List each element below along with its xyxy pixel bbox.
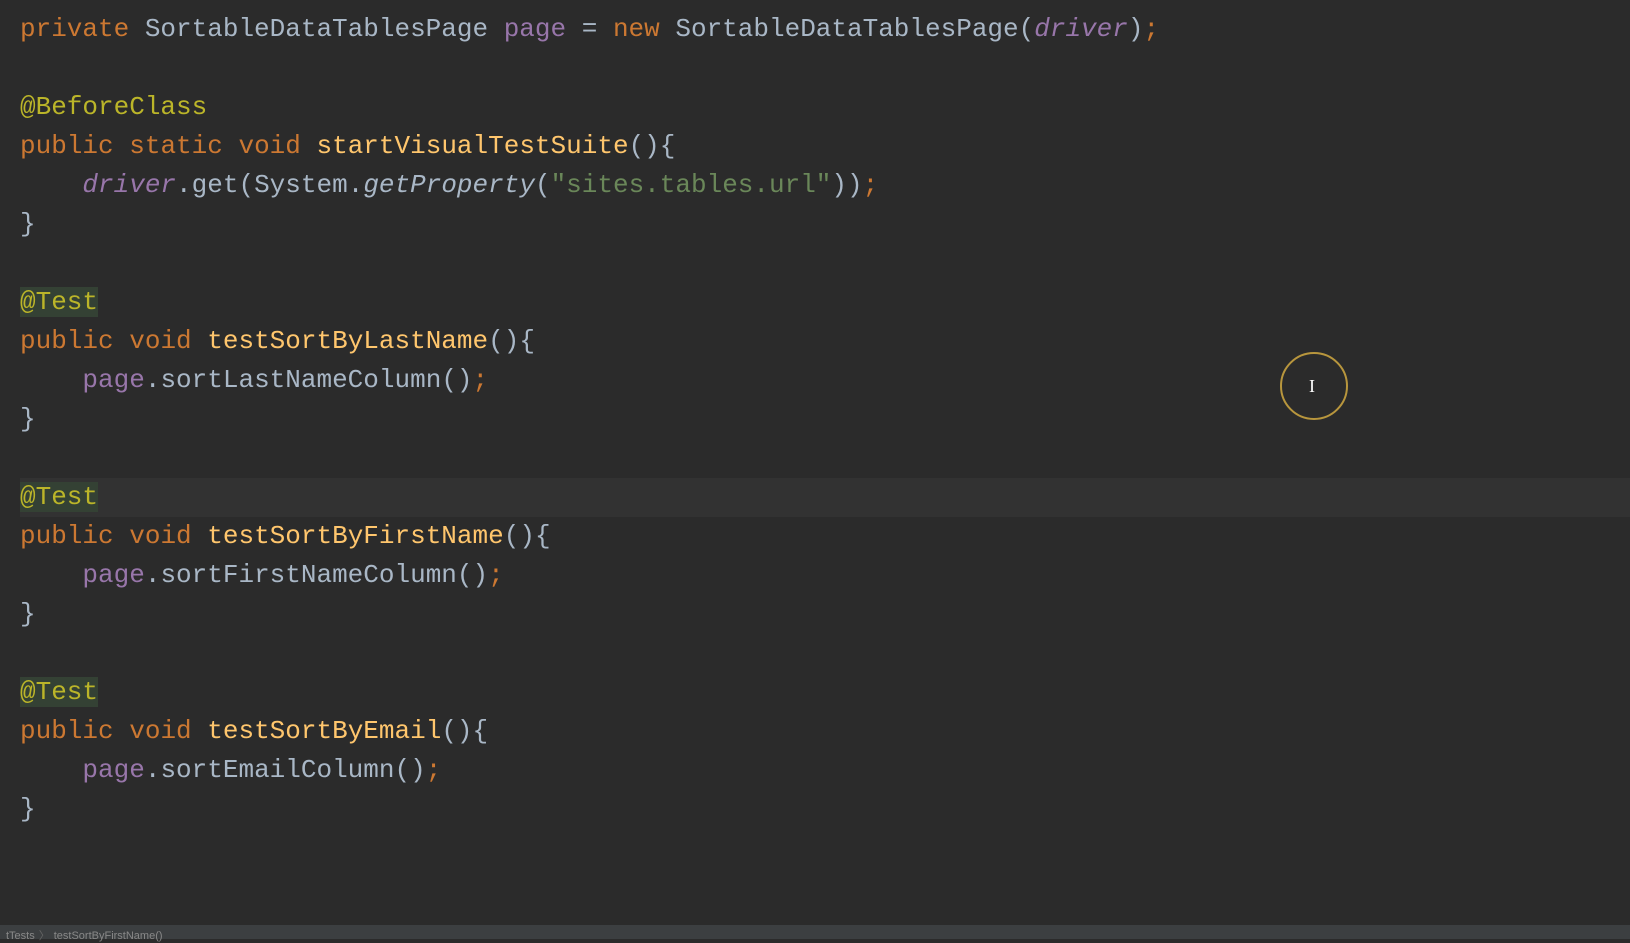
code-line[interactable]: } <box>20 400 1630 439</box>
class-system: System <box>254 170 348 200</box>
code-line[interactable]: public void testSortByLastName(){ <box>20 322 1630 361</box>
breadcrumb-item[interactable]: tTests <box>6 930 35 942</box>
rbrace: } <box>20 794 36 824</box>
code-line-blank[interactable] <box>20 439 1630 478</box>
keyword-private: private <box>20 14 129 44</box>
field-driver: driver <box>82 170 176 200</box>
rparen: ) <box>831 170 847 200</box>
keyword-public: public <box>20 521 114 551</box>
code-line[interactable]: } <box>20 205 1630 244</box>
code-line[interactable]: @Test <box>20 673 1630 712</box>
code-editor[interactable]: private SortableDataTablesPage page = ne… <box>0 0 1630 829</box>
keyword-new: new <box>613 14 660 44</box>
breadcrumb-separator-icon: 〉 <box>39 930 50 942</box>
constructor-name: SortableDataTablesPage <box>675 14 1018 44</box>
rbrace: } <box>20 404 36 434</box>
equals: = <box>582 14 598 44</box>
rbrace: } <box>20 209 36 239</box>
parens: () <box>441 716 472 746</box>
code-line[interactable]: page.sortFirstNameColumn(); <box>20 556 1630 595</box>
keyword-void: void <box>238 131 300 161</box>
lbrace: { <box>660 131 676 161</box>
method-get: get <box>192 170 239 200</box>
keyword-public: public <box>20 716 114 746</box>
lbrace: { <box>519 326 535 356</box>
semicolon: ; <box>473 365 489 395</box>
semicolon: ; <box>488 560 504 590</box>
code-line[interactable]: private SortableDataTablesPage page = ne… <box>20 10 1630 49</box>
annotation-beforeclass: @BeforeClass <box>20 92 207 122</box>
lbrace: { <box>535 521 551 551</box>
parens: () <box>504 521 535 551</box>
keyword-void: void <box>129 716 191 746</box>
lparen: ( <box>1019 14 1035 44</box>
semicolon: ; <box>426 755 442 785</box>
code-line[interactable]: driver.get(System.getProperty("sites.tab… <box>20 166 1630 205</box>
rbrace: } <box>20 599 36 629</box>
lparen: ( <box>535 170 551 200</box>
dot: . <box>348 170 364 200</box>
keyword-public: public <box>20 326 114 356</box>
dot: . <box>145 755 161 785</box>
method-name: testSortByLastName <box>207 326 488 356</box>
parens: () <box>629 131 660 161</box>
rparen: ) <box>1128 14 1144 44</box>
breadcrumb-bar[interactable]: tTests 〉 testSortByFirstName() <box>0 925 1630 939</box>
type-name: SortableDataTablesPage <box>145 14 488 44</box>
method-name: testSortByFirstName <box>207 521 503 551</box>
method-call: sortEmailColumn <box>160 755 394 785</box>
lparen: ( <box>238 170 254 200</box>
parens: () <box>488 326 519 356</box>
code-line[interactable]: page.sortLastNameColumn(); <box>20 361 1630 400</box>
dot: . <box>145 365 161 395</box>
parens: () <box>457 560 488 590</box>
string-literal: "sites.tables.url" <box>551 170 832 200</box>
param-driver: driver <box>1034 14 1128 44</box>
code-line[interactable]: } <box>20 595 1630 634</box>
field-page: page <box>82 365 144 395</box>
method-name: startVisualTestSuite <box>317 131 629 161</box>
parens: () <box>395 755 426 785</box>
parens: () <box>441 365 472 395</box>
code-line-blank[interactable] <box>20 634 1630 673</box>
keyword-void: void <box>129 326 191 356</box>
code-line[interactable]: @Test <box>20 283 1630 322</box>
method-call: sortLastNameColumn <box>160 365 441 395</box>
dot: . <box>145 560 161 590</box>
method-getproperty: getProperty <box>363 170 535 200</box>
code-line-current[interactable]: @Test <box>20 478 1630 517</box>
keyword-public: public <box>20 131 114 161</box>
annotation-test: @Test <box>20 287 98 317</box>
code-line[interactable]: public void testSortByFirstName(){ <box>20 517 1630 556</box>
code-line-blank[interactable] <box>20 49 1630 88</box>
semicolon: ; <box>863 170 879 200</box>
field-name: page <box>504 14 566 44</box>
rparen: ) <box>847 170 863 200</box>
field-page: page <box>82 560 144 590</box>
annotation-test: @Test <box>20 677 98 707</box>
code-line[interactable]: @BeforeClass <box>20 88 1630 127</box>
keyword-static: static <box>129 131 223 161</box>
code-line[interactable]: } <box>20 790 1630 829</box>
code-line-blank[interactable] <box>20 244 1630 283</box>
code-line[interactable]: public void testSortByEmail(){ <box>20 712 1630 751</box>
field-page: page <box>82 755 144 785</box>
code-line[interactable]: public static void startVisualTestSuite(… <box>20 127 1630 166</box>
method-call: sortFirstNameColumn <box>160 560 456 590</box>
annotation-test: @Test <box>20 482 98 512</box>
lbrace: { <box>473 716 489 746</box>
method-name: testSortByEmail <box>207 716 441 746</box>
keyword-void: void <box>129 521 191 551</box>
dot: . <box>176 170 192 200</box>
semicolon: ; <box>1143 14 1159 44</box>
breadcrumb-item[interactable]: testSortByFirstName() <box>54 930 163 942</box>
code-line[interactable]: page.sortEmailColumn(); <box>20 751 1630 790</box>
